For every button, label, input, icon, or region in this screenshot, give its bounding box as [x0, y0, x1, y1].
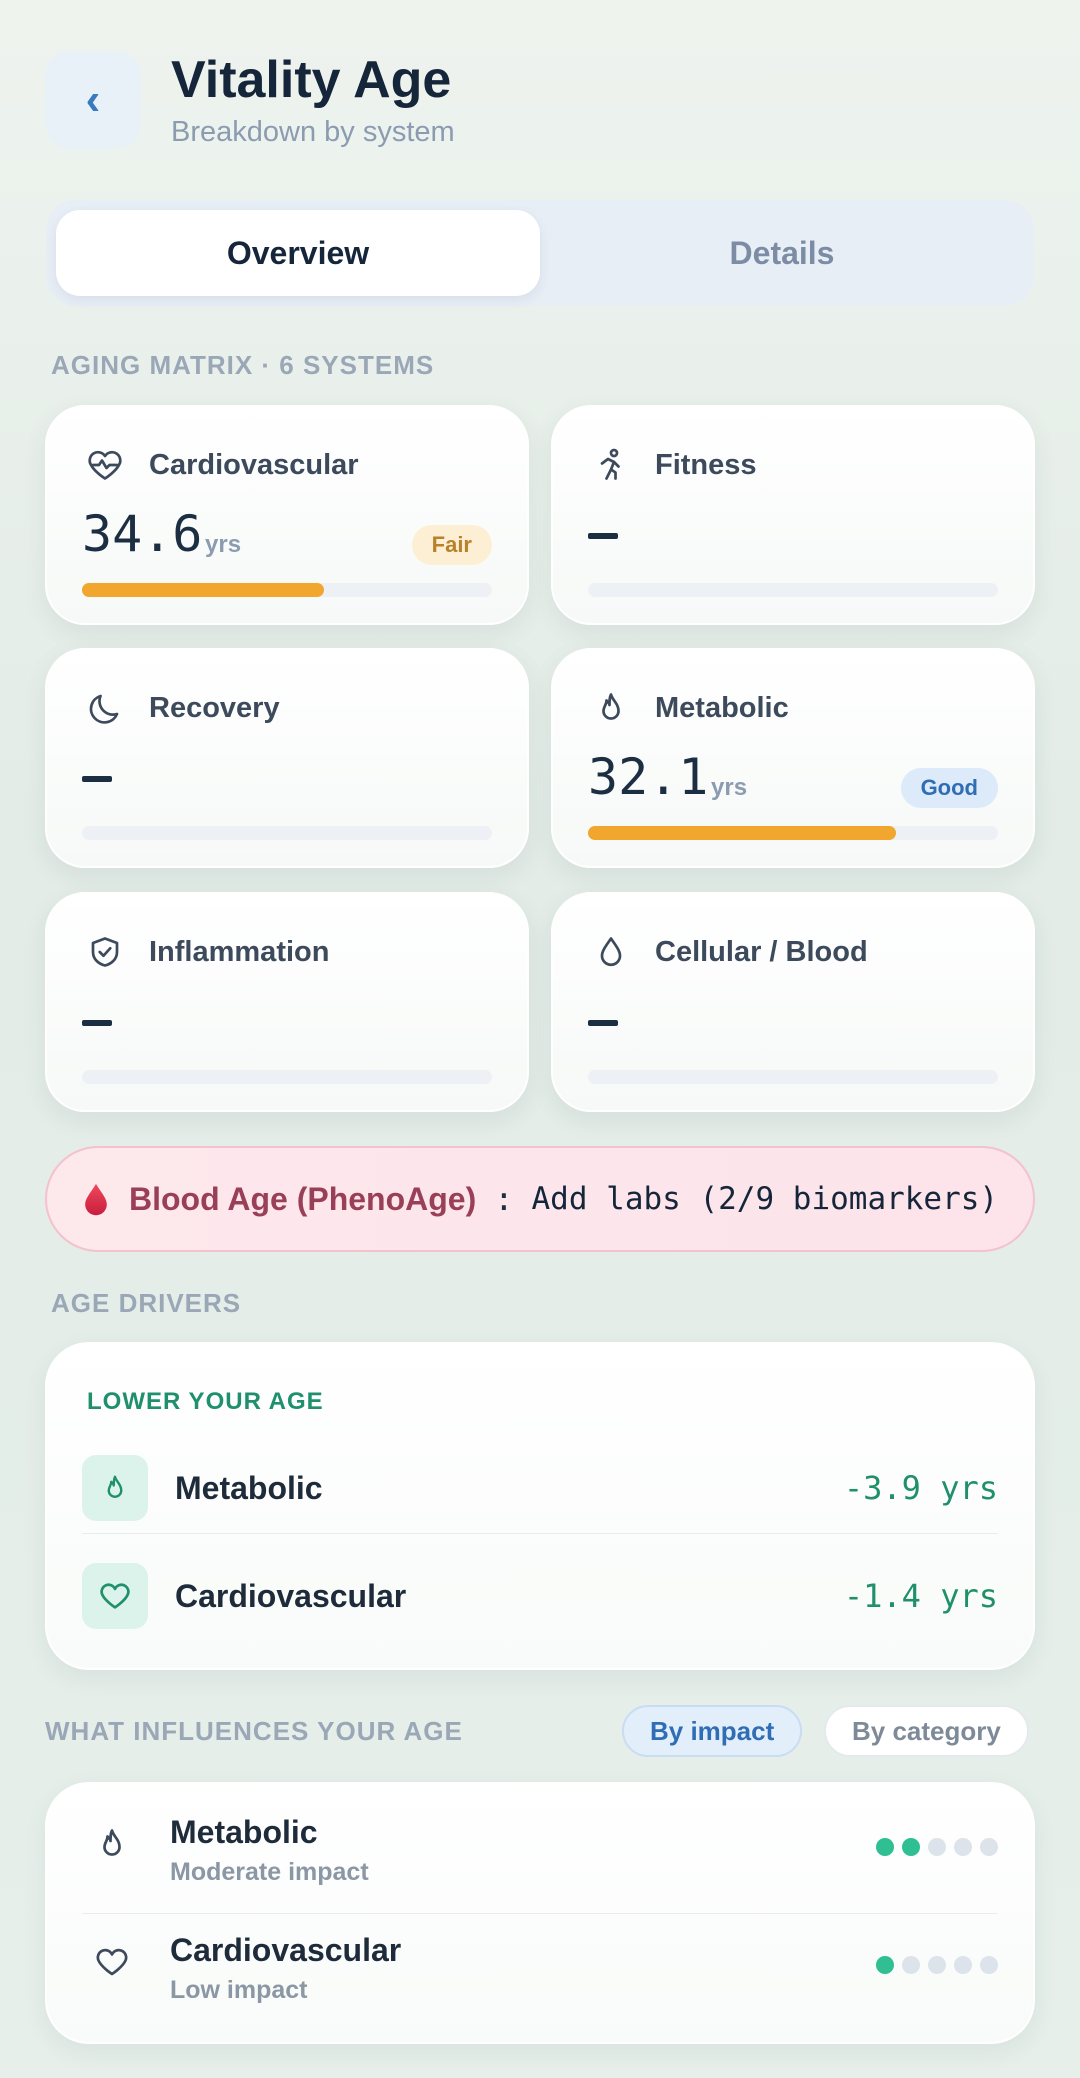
flame-icon [107, 1475, 123, 1498]
progress-track [588, 1070, 998, 1084]
divider [82, 1533, 998, 1534]
card-name: Fitness [655, 449, 757, 481]
card-name: Inflammation [149, 936, 330, 968]
card-name: Metabolic [655, 692, 789, 724]
age-drivers-card: LOWER YOUR AGE Metabolic -3.9 yrs Cardio… [45, 1342, 1035, 1670]
status-badge: Fair [411, 525, 492, 565]
card-unit: yrs [711, 774, 748, 801]
driver-name: Cardiovascular [175, 1577, 407, 1614]
flame-icon [103, 1829, 121, 1856]
impact-dot-filled [876, 1956, 894, 1974]
no-value-dash [588, 1020, 618, 1026]
impact-dot-empty [928, 1956, 946, 1974]
heart-icon [100, 1583, 130, 1609]
impact-dot-filled [902, 1838, 920, 1856]
blood-drop-icon [85, 1183, 107, 1216]
driver-name: Metabolic [175, 1469, 323, 1506]
matrix-card-metabolic[interactable]: Metabolic 32.1 yrs Good [551, 648, 1035, 868]
heart-icon [96, 1948, 128, 1976]
card-unit: yrs [205, 531, 242, 558]
no-value-dash [82, 776, 112, 782]
driver-delta: -3.9 yrs [843, 1469, 998, 1507]
impact-dot-empty [980, 1956, 998, 1974]
matrix-card-cardiovascular[interactable]: Cardiovascular 34.6 yrs Fair [45, 405, 529, 625]
impact-dot-empty [954, 1838, 972, 1856]
matrix-card-inflammation[interactable]: Inflammation [45, 892, 529, 1112]
aging-matrix-label: AGING MATRIX · 6 SYSTEMS [51, 350, 435, 380]
add-labs-text: Add labs (2/9 biomarkers) [531, 1181, 999, 1217]
impact-dot-empty [902, 1956, 920, 1974]
no-value-dash [588, 533, 618, 539]
influence-row-metabolic[interactable]: Metabolic Moderate impact [82, 1784, 998, 1902]
influence-row-cardiovascular[interactable]: Cardiovascular Low impact [82, 1902, 998, 2020]
card-name: Cellular / Blood [655, 936, 868, 968]
age-drivers-label: AGE DRIVERS [51, 1288, 242, 1318]
chevron-left-icon: ‹ [85, 75, 101, 124]
driver-icon-box [82, 1563, 148, 1629]
progress-track [588, 826, 998, 840]
progress-track [588, 583, 998, 597]
status-badge: Good [900, 768, 998, 808]
influence-impact: Low impact [170, 1976, 308, 2004]
influences-label: WHAT INFLUENCES YOUR AGE [45, 1716, 463, 1746]
impact-dot-empty [954, 1956, 972, 1974]
influences-card: Metabolic Moderate impact Cardiovascular… [45, 1782, 1035, 2044]
heart-pulse-icon [88, 450, 122, 480]
matrix-card-cellular-blood[interactable]: Cellular / Blood [551, 892, 1035, 1112]
driver-row-cardiovascular[interactable]: Cardiovascular -1.4 yrs [82, 1542, 998, 1650]
impact-dots [876, 1838, 998, 1856]
progress-track [82, 583, 492, 597]
blood-separator: : [494, 1180, 514, 1218]
page-subtitle: Breakdown by system [171, 116, 455, 148]
influence-name: Metabolic [170, 1814, 318, 1850]
progress-fill [588, 826, 896, 840]
filter-by-impact[interactable]: By impact [622, 1705, 803, 1757]
impact-dot-empty [980, 1838, 998, 1856]
filter-by-category[interactable]: By category [824, 1705, 1029, 1757]
impact-dot-filled [876, 1838, 894, 1856]
back-button[interactable]: ‹ [45, 52, 141, 148]
card-value: 32.1 [588, 748, 709, 806]
driver-delta: -1.4 yrs [843, 1577, 998, 1615]
lower-your-age-heading: LOWER YOUR AGE [87, 1388, 324, 1415]
matrix-card-fitness[interactable]: Fitness [551, 405, 1035, 625]
card-name: Recovery [149, 692, 280, 724]
card-name: Cardiovascular [149, 449, 359, 481]
blood-age-banner[interactable]: Blood Age (PhenoAge) : Add labs (2/9 bio… [45, 1146, 1035, 1252]
progress-track [82, 1070, 492, 1084]
impact-dot-empty [928, 1838, 946, 1856]
driver-icon-box [82, 1455, 148, 1521]
tab-overview[interactable]: Overview [56, 210, 540, 296]
page-title: Vitality Age [171, 51, 452, 109]
progress-track [82, 826, 492, 840]
runner-icon [600, 448, 620, 480]
flame-icon [602, 693, 620, 720]
no-value-dash [82, 1020, 112, 1026]
moon-icon [89, 694, 119, 724]
matrix-card-recovery[interactable]: Recovery [45, 648, 529, 868]
tab-details[interactable]: Details [540, 210, 1024, 296]
influence-impact: Moderate impact [170, 1858, 369, 1886]
segmented-tabs: Overview Details [46, 200, 1034, 306]
card-value: 34.6 [82, 505, 203, 563]
progress-fill [82, 583, 324, 597]
blood-age-label: Blood Age (PhenoAge) [129, 1180, 477, 1217]
droplet-icon [600, 937, 622, 967]
influence-name: Cardiovascular [170, 1932, 402, 1968]
shield-check-icon [91, 937, 119, 967]
impact-dots [876, 1956, 998, 1974]
driver-row-metabolic[interactable]: Metabolic -3.9 yrs [82, 1434, 998, 1542]
